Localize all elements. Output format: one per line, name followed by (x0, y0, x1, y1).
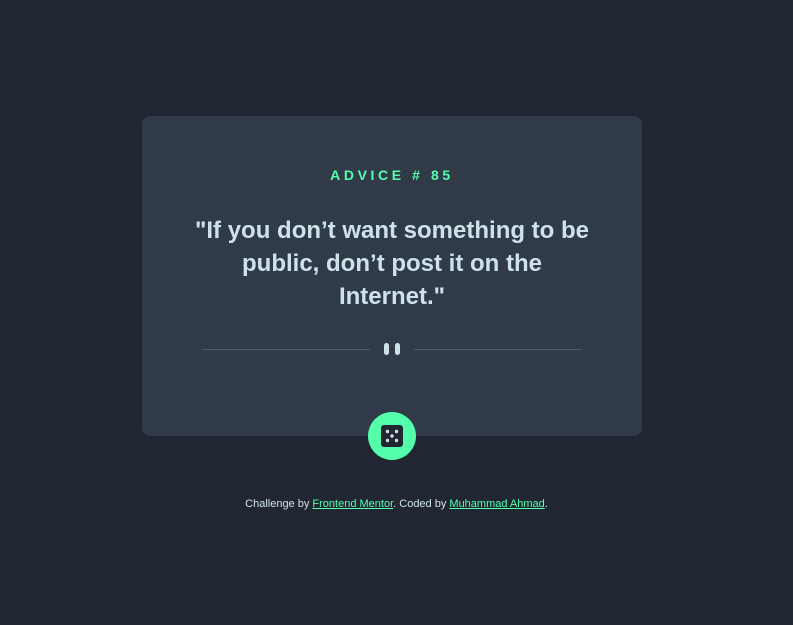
divider (202, 342, 582, 356)
advice-card: ADVICE # 85 "If you don’t want something… (142, 116, 642, 436)
divider-line-right (414, 349, 582, 350)
attribution-middle: . Coded by (393, 498, 450, 510)
attribution: Challenge by Frontend Mentor. Coded by M… (0, 497, 793, 511)
attribution-prefix: Challenge by (245, 498, 313, 510)
advice-quote: "If you don’t want something to be publi… (194, 217, 590, 310)
attribution-suffix: . (544, 498, 548, 510)
advice-id: ADVICE # 85 (330, 167, 454, 183)
generate-advice-button[interactable] (368, 412, 416, 460)
frontend-mentor-link[interactable]: Frontend Mentor (312, 498, 393, 510)
author-link[interactable]: Muhammad Ahmad (449, 498, 544, 510)
divider-line-left (202, 349, 370, 350)
pause-icon (384, 343, 400, 355)
dice-icon (381, 425, 403, 447)
